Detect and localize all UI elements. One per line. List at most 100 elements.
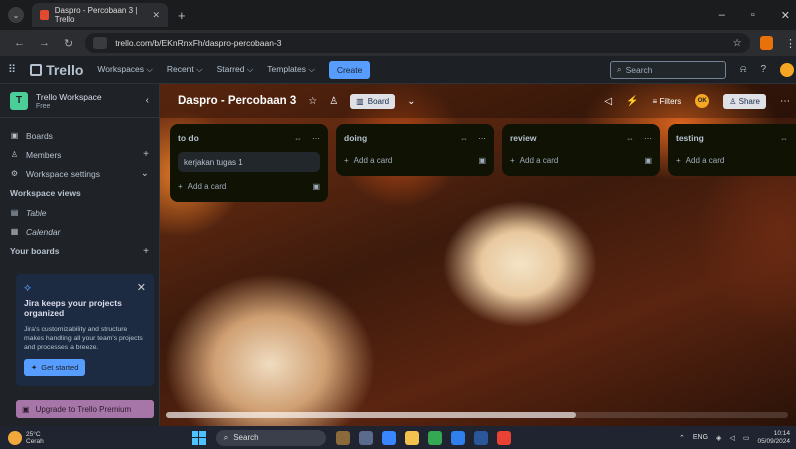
chrome-icon[interactable] [427,430,442,445]
create-button[interactable]: Create [328,60,371,79]
list-title[interactable]: doing [344,133,367,143]
collapse-sidebar-icon[interactable]: ‹ [146,95,149,106]
board-view-button[interactable]: ▥ Board [350,93,396,109]
windows-start-icon[interactable] [191,430,206,445]
sidebar-item-boards[interactable]: ▣ Boards [0,126,159,145]
list-menu-icon[interactable]: ⋯ [644,134,652,143]
list-menu-icon[interactable]: ⋯ [312,134,320,143]
star-icon[interactable]: ☆ [308,96,317,107]
help-icon[interactable]: ? [760,64,766,75]
menu-recent[interactable]: Recent ⌵ [167,64,203,75]
taskbar-search[interactable]: ⌕ Search [215,429,326,446]
add-card-button[interactable]: + Add a card ▣ [510,150,652,170]
share-label: Share [738,96,760,106]
collapse-list-icon[interactable]: ⇔ [626,134,634,143]
extension-icon[interactable] [759,36,773,50]
browser-tab[interactable]: Daspro - Percobaan 3 | Trello ✕ [32,3,168,27]
list-to-do: to do ⇔ ⋯ kerjakan tugas 1 + Add a card ▣ [170,124,328,202]
clock-time: 10:14 [773,429,790,437]
list-title[interactable]: to do [178,133,199,143]
more-icon[interactable]: ⋯ [780,96,790,107]
add-card-button[interactable]: + Add a card [676,150,788,170]
menu-starred[interactable]: Starred ⌵ [217,64,254,75]
sidebar-item-workspace-settings[interactable]: ⚙ Workspace settings ⌄ [0,164,159,183]
add-card-button[interactable]: + Add a card ▣ [178,176,320,196]
word-icon[interactable] [473,430,488,445]
trello-logo-icon [30,63,43,76]
battery-icon[interactable]: ▭ [743,434,750,442]
site-info-icon[interactable] [93,37,108,49]
task-view-icon[interactable] [358,430,373,445]
clock[interactable]: 10:14 05/09/2024 [757,430,790,446]
bookmark-star-icon[interactable]: ☆ [733,38,742,49]
back-icon[interactable]: ← [14,37,25,49]
list-menu-icon[interactable]: ⋯ [478,134,486,143]
forward-icon[interactable]: → [39,37,50,49]
notifications-icon[interactable]: ⍾ [740,64,747,75]
board-header: Daspro - Percobaan 3 ☆ ♙ ▥ Board ⌄ ◁ ⚡ ≡… [160,84,796,118]
address-bar-row: ← → ↻ trello.com/b/EKnRnxFh/daspro-perco… [0,30,796,56]
add-card-button[interactable]: + Add a card ▣ [344,150,486,170]
vscode-icon[interactable] [450,430,465,445]
collapse-list-icon[interactable]: ⇔ [780,134,788,143]
visibility-icon[interactable]: ♙ [329,96,338,107]
language-indicator[interactable]: ENG [693,434,708,441]
tab-search-icon[interactable]: ⌄ [8,7,24,23]
collapse-list-icon[interactable]: ⇔ [460,134,468,143]
upgrade-premium-button[interactable]: ▣ Upgrade to Trello Premium [16,400,154,418]
maximize-icon[interactable]: ▫ [751,9,755,22]
board-horizontal-scrollbar[interactable] [166,412,788,418]
menu-workspaces[interactable]: Workspaces ⌵ [97,64,152,75]
filters-button[interactable]: ≡ Filters [653,97,682,106]
browser-menu-icon[interactable]: ⋮ [785,37,796,50]
add-member-icon[interactable]: + [143,149,149,160]
chevron-up-icon[interactable]: ⌃ [679,434,685,442]
card-template-icon[interactable]: ▣ [312,182,320,191]
list-testing: testing ⇔ + Add a card [668,124,796,176]
minimize-icon[interactable]: – [719,9,725,22]
weather-sun-icon [8,430,22,445]
scrollbar-thumb[interactable] [166,412,576,418]
get-started-button[interactable]: ✦ Get started [24,359,86,376]
chrome-active-icon[interactable] [496,430,511,445]
teams-icon[interactable] [381,430,396,445]
list-review: review ⇔ ⋯ + Add a card ▣ [502,124,660,176]
workspace-badge: T [10,91,28,110]
url-field[interactable]: trello.com/b/EKnRnxFh/daspro-percobaan-3… [85,33,750,53]
header-search-input[interactable]: ⌕ Search [609,60,726,79]
automation-icon[interactable]: ⚡ [626,96,638,107]
chevron-down-icon[interactable]: ⌄ [407,96,415,107]
list-title[interactable]: testing [676,133,704,143]
tab-close-icon[interactable]: ✕ [152,10,160,21]
calendar-icon: ▦ [10,227,19,236]
close-icon[interactable]: ✕ [137,281,146,294]
reload-icon[interactable]: ↻ [64,37,73,50]
close-window-icon[interactable]: ✕ [781,9,790,22]
list-title[interactable]: review [510,133,536,143]
card-template-icon[interactable]: ▣ [644,156,652,165]
sidebar-item-table[interactable]: ▤ Table [0,203,159,222]
board-title[interactable]: Daspro - Percobaan 3 [178,95,296,107]
new-tab-button[interactable]: + [178,8,186,23]
weather-widget[interactable]: 25°C Cerah [8,430,44,445]
account-avatar[interactable] [780,62,794,77]
file-explorer-icon[interactable] [404,430,419,445]
wifi-icon[interactable]: ◈ [716,434,721,442]
menu-templates[interactable]: Templates ⌵ [267,64,315,75]
app-switcher-icon[interactable]: ⠿ [8,63,16,76]
card-template-icon[interactable]: ▣ [478,156,486,165]
power-ups-icon[interactable]: ◁ [604,96,612,107]
share-button[interactable]: ♙ Share [723,93,766,109]
collapse-list-icon[interactable]: ⇔ [294,134,302,143]
your-boards-label: Your boards [10,246,60,256]
volume-icon[interactable]: ◁ [729,434,734,442]
widget-app-icon[interactable] [335,430,350,445]
workspace-header[interactable]: T Trello Workspace Free ‹ [0,84,159,118]
member-avatar[interactable]: OK [695,94,710,108]
card-item[interactable]: kerjakan tugas 1 [178,152,320,172]
sidebar-item-calendar[interactable]: ▦ Calendar [0,222,159,241]
trello-logo[interactable]: Trello [30,62,83,78]
add-board-icon[interactable]: + [143,246,149,257]
members-icon: ♙ [10,150,19,159]
sidebar-item-members[interactable]: ♙ Members + [0,145,159,164]
